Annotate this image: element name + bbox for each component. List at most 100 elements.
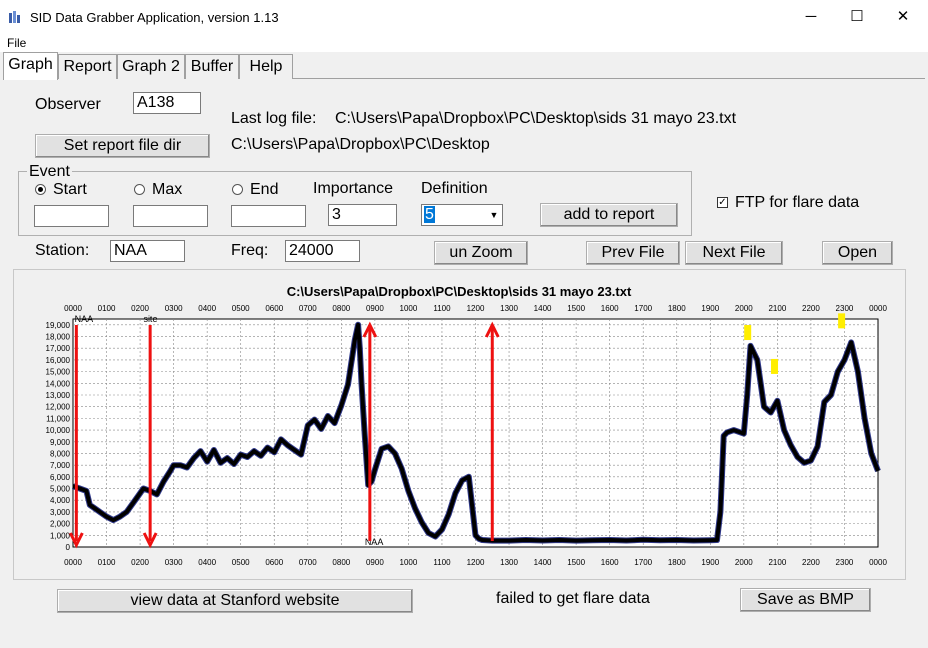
- definition-select[interactable]: 5 ▼: [421, 204, 503, 226]
- y-tick-label: 0: [66, 543, 71, 552]
- x-tick-label-top: 0300: [165, 304, 183, 313]
- start-input[interactable]: [34, 205, 109, 227]
- x-tick-label-top: 0000: [869, 304, 887, 313]
- x-tick-label-top: 1900: [701, 304, 719, 313]
- x-tick-label-bottom: 0000: [869, 558, 887, 567]
- ftp-label: FTP for flare data: [735, 194, 860, 211]
- y-tick-label: 10,000: [46, 426, 71, 435]
- end-label: End: [250, 181, 279, 198]
- x-tick-label-bottom: 1700: [634, 558, 652, 567]
- x-tick-label-bottom: 0600: [265, 558, 283, 567]
- save-bmp-button[interactable]: Save as BMP: [740, 588, 871, 612]
- y-tick-label: 18,000: [46, 333, 71, 342]
- tab-buffer[interactable]: Buffer: [185, 54, 239, 79]
- last-log-value: C:\Users\Papa\Dropbox\PC\Desktop\sids 31…: [335, 110, 737, 127]
- x-tick-label-bottom: 0500: [232, 558, 250, 567]
- importance-label: Importance: [313, 180, 394, 197]
- y-tick-label: 5,000: [50, 485, 71, 494]
- x-tick-label-top: 0700: [299, 304, 317, 313]
- flare-marker: [744, 325, 752, 341]
- x-tick-label-top: 1500: [567, 304, 585, 313]
- x-tick-label-top: 1700: [634, 304, 652, 313]
- set-report-dir-button[interactable]: Set report file dir: [35, 134, 210, 158]
- observer-input[interactable]: A138: [133, 92, 201, 114]
- max-label: Max: [152, 181, 183, 198]
- signal-chart[interactable]: C:\Users\Papa\Dropbox\PC\Desktop\sids 31…: [13, 269, 906, 580]
- x-tick-label-top: 2100: [768, 304, 786, 313]
- x-tick-label-bottom: 1400: [534, 558, 552, 567]
- x-tick-label-top: 2200: [802, 304, 820, 313]
- station-input[interactable]: NAA: [110, 240, 185, 262]
- x-tick-label-bottom: 0200: [131, 558, 149, 567]
- minimize-button[interactable]: ─: [788, 0, 834, 34]
- x-tick-label-top: 1400: [534, 304, 552, 313]
- flare-status-text: failed to get flare data: [496, 590, 650, 607]
- start-radio[interactable]: [35, 184, 46, 195]
- x-tick-label-bottom: 0000: [64, 558, 82, 567]
- max-radio[interactable]: [134, 184, 145, 195]
- definition-label: Definition: [421, 180, 488, 197]
- x-tick-label-bottom: 0900: [366, 558, 384, 567]
- close-button[interactable]: ✕: [880, 0, 926, 34]
- importance-input[interactable]: 3: [328, 204, 397, 226]
- x-tick-label-top: 1100: [433, 304, 451, 313]
- tab-graph[interactable]: Graph: [3, 52, 58, 80]
- chevron-down-icon[interactable]: ▼: [486, 205, 502, 225]
- x-tick-label-bottom: 1600: [601, 558, 619, 567]
- x-tick-label-bottom: 1100: [433, 558, 451, 567]
- next-file-button[interactable]: Next File: [685, 241, 783, 265]
- prev-file-button[interactable]: Prev File: [586, 241, 680, 265]
- chart-title: C:\Users\Papa\Dropbox\PC\Desktop\sids 31…: [287, 284, 632, 299]
- y-tick-label: 16,000: [46, 356, 71, 365]
- app-icon: [8, 10, 22, 24]
- x-tick-label-top: 0500: [232, 304, 250, 313]
- y-tick-label: 7,000: [50, 461, 71, 470]
- x-tick-label-bottom: 0400: [198, 558, 216, 567]
- x-tick-label-bottom: 1000: [400, 558, 418, 567]
- station-label: Station:: [35, 242, 90, 259]
- report-dir-value: C:\Users\Papa\Dropbox\PC\Desktop: [231, 136, 490, 153]
- x-tick-label-top: 1200: [467, 304, 485, 313]
- y-tick-label: 14,000: [46, 379, 71, 388]
- max-input[interactable]: [133, 205, 208, 227]
- menu-bar: [0, 34, 928, 52]
- x-tick-label-bottom: 1800: [668, 558, 686, 567]
- definition-value: 5: [424, 206, 435, 223]
- last-log-label: Last log file:: [231, 110, 317, 127]
- y-tick-label: 4,000: [50, 496, 71, 505]
- flare-marker: [771, 358, 779, 374]
- x-tick-label-top: 2000: [735, 304, 753, 313]
- x-tick-label-bottom: 2200: [802, 558, 820, 567]
- freq-input[interactable]: 24000: [285, 240, 360, 262]
- tab-report[interactable]: Report: [58, 54, 117, 79]
- open-button[interactable]: Open: [822, 241, 893, 265]
- freq-label: Freq:: [231, 242, 269, 259]
- x-tick-label-bottom: 0100: [98, 558, 116, 567]
- end-input[interactable]: [231, 205, 306, 227]
- x-tick-label-bottom: 0700: [299, 558, 317, 567]
- x-tick-label-top: 0800: [332, 304, 350, 313]
- tab-help[interactable]: Help: [239, 54, 293, 79]
- x-tick-label-bottom: 0300: [165, 558, 183, 567]
- x-tick-label-bottom: 1900: [701, 558, 719, 567]
- menu-file[interactable]: File: [7, 36, 26, 50]
- tab-graph-2[interactable]: Graph 2: [117, 54, 185, 79]
- x-tick-label-top: 0100: [98, 304, 116, 313]
- start-label: Start: [53, 181, 87, 198]
- y-tick-label: 19,000: [46, 321, 71, 330]
- y-tick-label: 8,000: [50, 449, 71, 458]
- observer-label: Observer: [35, 96, 101, 113]
- x-tick-label-bottom: 1500: [567, 558, 585, 567]
- window-title: SID Data Grabber Application, version 1.…: [30, 10, 279, 25]
- ftp-checkbox[interactable]: ✓: [717, 197, 728, 208]
- maximize-button[interactable]: ☐: [834, 0, 880, 34]
- x-tick-label-bottom: 0800: [332, 558, 350, 567]
- unzoom-button[interactable]: un Zoom: [434, 241, 528, 265]
- end-radio[interactable]: [232, 184, 243, 195]
- view-stanford-button[interactable]: view data at Stanford website: [57, 589, 413, 613]
- y-tick-label: 1,000: [50, 531, 71, 540]
- x-tick-label-bottom: 2300: [836, 558, 854, 567]
- add-to-report-button[interactable]: add to report: [540, 203, 678, 227]
- x-tick-label-bottom: 2000: [735, 558, 753, 567]
- x-tick-label-bottom: 1300: [500, 558, 518, 567]
